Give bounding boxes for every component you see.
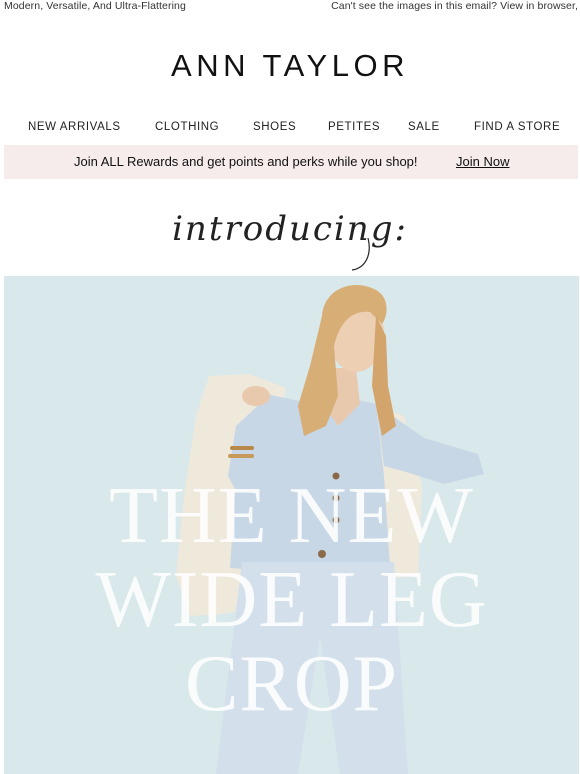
introducing-script-lettering: introducing: bbox=[172, 209, 408, 271]
nav-item-clothing[interactable]: CLOTHING bbox=[155, 121, 219, 133]
main-nav: NEW ARRIVALS CLOTHING SHOES PETITES SALE… bbox=[0, 121, 580, 139]
introducing-heading: introducing: bbox=[0, 196, 580, 274]
rewards-banner: Join ALL Rewards and get points and perk… bbox=[4, 145, 578, 179]
bracelet bbox=[228, 454, 254, 458]
hand bbox=[242, 386, 270, 406]
preheader: Modern, Versatile, And Ultra-Flattering … bbox=[0, 0, 580, 14]
hero-title-line: THE NEW bbox=[109, 472, 474, 560]
introducing-text: introducing: bbox=[172, 209, 408, 249]
preheader-tagline: Modern, Versatile, And Ultra-Flattering bbox=[4, 0, 186, 12]
hero-title-line: WIDE LEG bbox=[95, 556, 488, 644]
join-now-link[interactable]: Join Now bbox=[456, 154, 509, 169]
nav-item-sale[interactable]: SALE bbox=[408, 121, 440, 133]
nav-item-shoes[interactable]: SHOES bbox=[253, 121, 296, 133]
nav-item-new-arrivals[interactable]: NEW ARRIVALS bbox=[28, 121, 121, 133]
view-in-browser-link[interactable]: Can't see the images in this email? View… bbox=[331, 0, 578, 12]
bracelet bbox=[230, 446, 254, 450]
hero-title-line: CROP bbox=[185, 640, 398, 728]
hero-title: THE NEW WIDE LEG CROP bbox=[4, 474, 579, 726]
nav-item-petites[interactable]: PETITES bbox=[328, 121, 380, 133]
rewards-message: Join ALL Rewards and get points and perk… bbox=[74, 154, 418, 169]
brand-logo[interactable]: ANN TAYLOR bbox=[0, 48, 580, 84]
hero-banner[interactable]: THE NEW WIDE LEG CROP bbox=[4, 276, 579, 774]
nav-item-find-a-store[interactable]: FIND A STORE bbox=[474, 121, 560, 133]
